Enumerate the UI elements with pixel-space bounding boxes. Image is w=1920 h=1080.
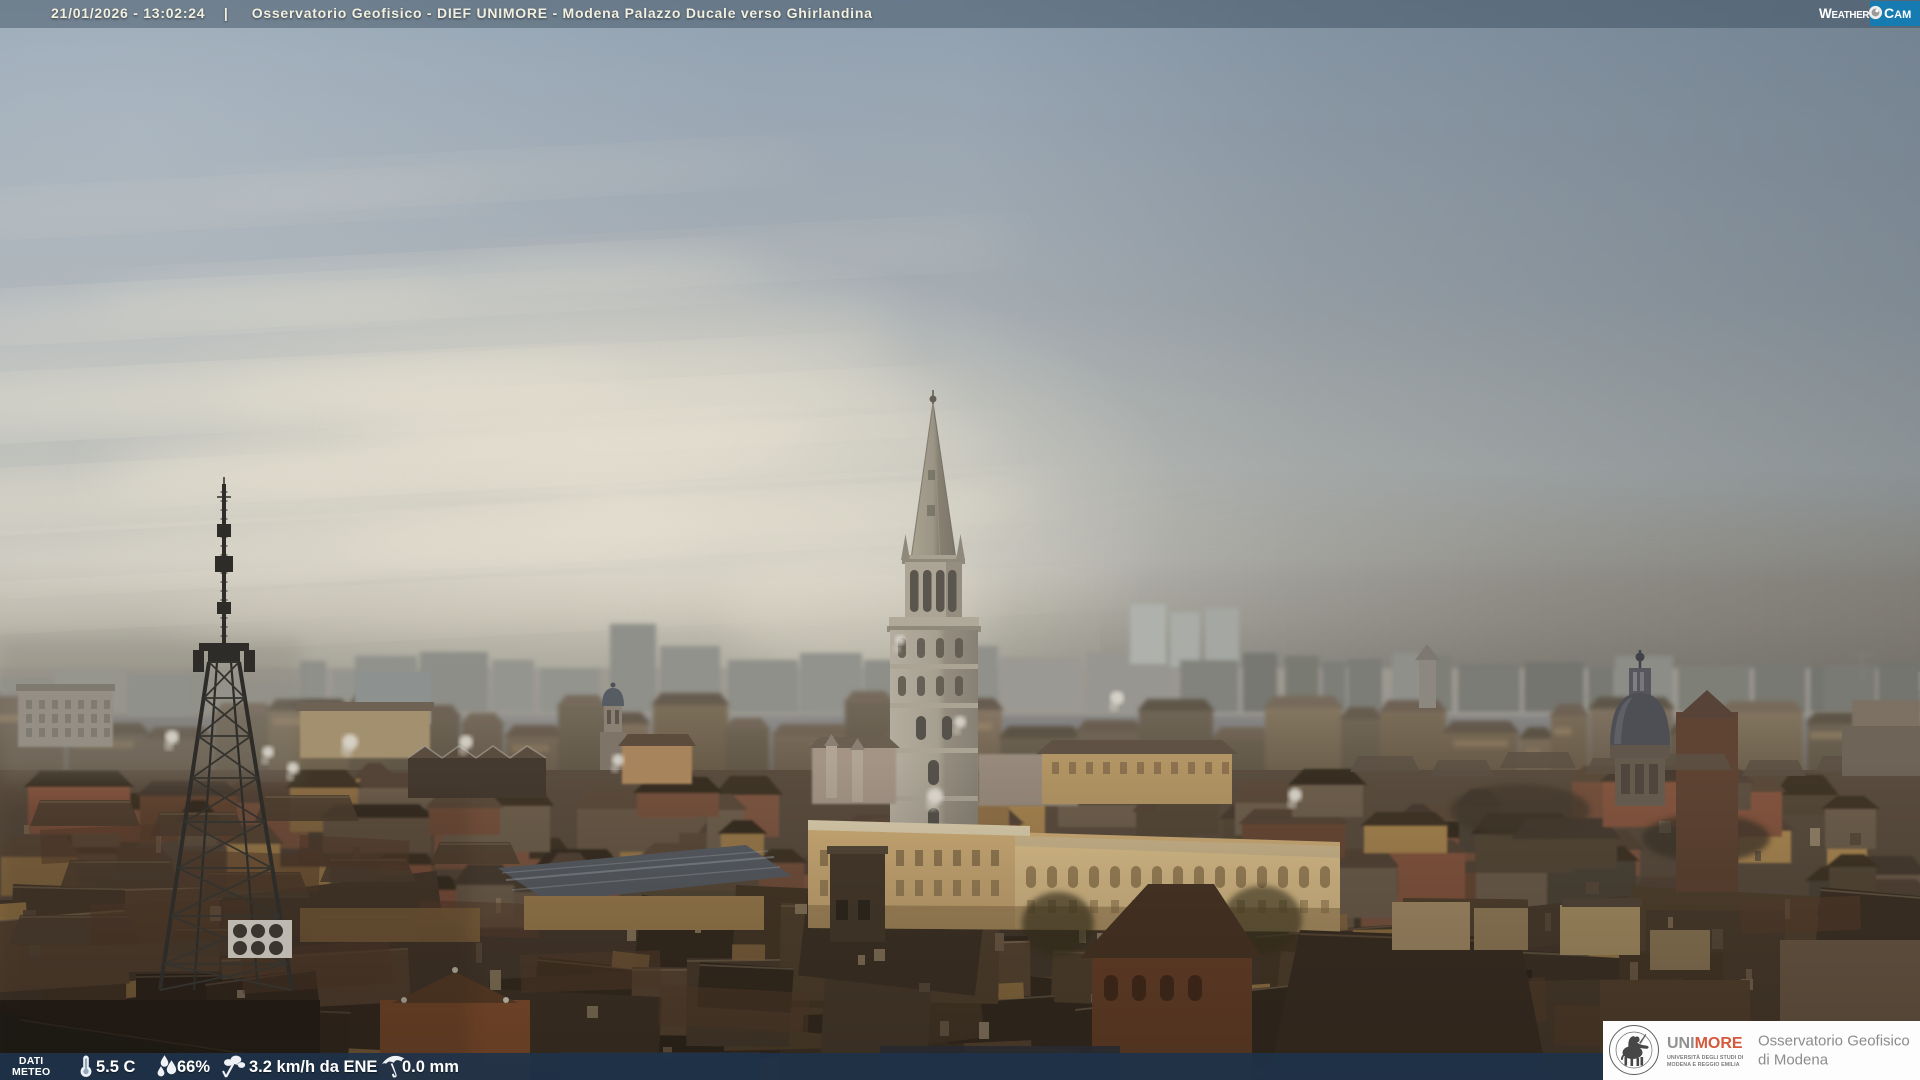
svg-text:MODENA E REGGIO EMILIA: MODENA E REGGIO EMILIA xyxy=(1667,1062,1740,1068)
svg-text:Osservatorio Geofisico: Osservatorio Geofisico xyxy=(1758,1033,1910,1050)
svg-text:UNIMORE: UNIMORE xyxy=(1667,1035,1743,1052)
svg-text:WEATHER: WEATHER xyxy=(1819,6,1869,21)
svg-text:di Modena: di Modena xyxy=(1758,1052,1829,1069)
svg-text:UNIVERSITÀ DEGLI STUDI DI: UNIVERSITÀ DEGLI STUDI DI xyxy=(1667,1054,1744,1061)
